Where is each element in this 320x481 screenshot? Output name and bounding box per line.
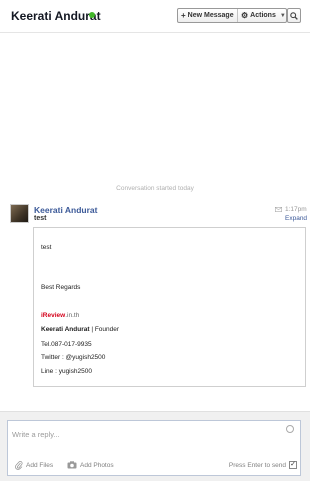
add-photos-label: Add Photos — [80, 461, 114, 469]
emoji-icon[interactable] — [286, 425, 294, 433]
plus-icon: + — [181, 11, 186, 20]
new-message-label: New Message — [187, 12, 234, 19]
search-icon — [290, 11, 298, 20]
expand-link[interactable]: Expand — [285, 215, 307, 222]
signature-tel: Tel.087-017-9935 — [41, 341, 92, 348]
chevron-down-icon: ▼ — [279, 12, 286, 19]
email-body-text: test — [41, 244, 52, 251]
signature-twitter: Twitter : @yugish2500 — [41, 354, 106, 361]
email-body: test Best Regards iReview.in.th Keerati … — [33, 227, 306, 387]
press-enter-checkbox[interactable]: ✓ — [289, 461, 297, 469]
camera-icon — [67, 461, 77, 469]
signature-name-line: Keerati Andurat | Founder — [41, 326, 119, 333]
signature-line: Line : yugish2500 — [41, 368, 92, 375]
gear-icon: ⚙ — [241, 11, 249, 20]
contact-name[interactable]: Keerati Andurat — [11, 9, 101, 23]
composer-toolbar: Add Files Add Photos Press Enter to send… — [8, 458, 300, 475]
message-timestamp: 1:17pm — [275, 206, 307, 213]
conversation-started-label: Conversation started today — [116, 185, 194, 192]
add-photos-button[interactable]: Add Photos — [67, 461, 114, 469]
brand-domain: .in.th — [65, 312, 80, 319]
add-files-button[interactable]: Add Files — [15, 461, 53, 470]
email-icon — [275, 207, 282, 212]
actions-label: Actions — [250, 12, 276, 19]
header-button-group: + New Message ⚙ Actions ▼ — [177, 8, 287, 23]
avatar[interactable] — [10, 204, 29, 223]
brand-name: iReview — [41, 312, 66, 319]
press-enter-hint: Press Enter to send — [228, 462, 286, 469]
reply-input[interactable] — [12, 425, 284, 443]
conversation-header: Keerati Andurat + New Message ⚙ Actions … — [0, 0, 310, 33]
search-button[interactable] — [287, 8, 301, 23]
signature-name: Keerati Andurat — [41, 326, 90, 333]
actions-button[interactable]: ⚙ Actions ▼ — [237, 9, 286, 22]
online-status-icon — [89, 12, 95, 18]
signature-brand: iReview.in.th — [41, 312, 79, 319]
paperclip-icon — [15, 461, 23, 470]
message-subject: test — [34, 215, 47, 222]
new-message-button[interactable]: + New Message — [178, 9, 237, 22]
reply-composer: Add Files Add Photos Press Enter to send… — [7, 420, 301, 476]
message-author[interactable]: Keerati Andurat — [34, 205, 97, 215]
message-time: 1:17pm — [285, 206, 307, 213]
email-regards: Best Regards — [41, 284, 81, 291]
add-files-label: Add Files — [26, 462, 54, 469]
signature-role: | Founder — [89, 326, 120, 333]
